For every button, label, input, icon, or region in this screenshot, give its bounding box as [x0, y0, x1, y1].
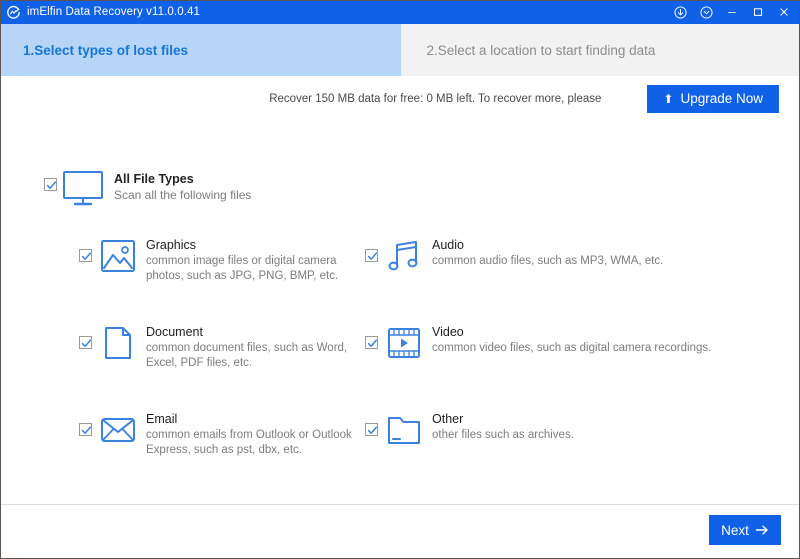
- file-type-audio[interactable]: Audio common audio files, such as MP3, W…: [353, 237, 773, 326]
- music-note-icon: [388, 241, 418, 271]
- title-bar: imElfin Data Recovery v11.0.0.41: [1, 1, 799, 23]
- close-icon: [780, 8, 788, 16]
- all-file-types-row[interactable]: All File Types Scan all the following fi…: [44, 170, 251, 210]
- tab-select-file-types[interactable]: 1.Select types of lost files: [1, 24, 401, 76]
- window-controls: [667, 1, 797, 23]
- free-quota-message: Recover 150 MB data for free: 0 MB left.…: [269, 92, 602, 105]
- other-description: other files such as archives.: [432, 429, 574, 441]
- tab-1-label: 1.Select types of lost files: [23, 42, 189, 58]
- download-button[interactable]: [667, 1, 693, 23]
- monitor-icon: [63, 171, 103, 206]
- window-title: imElfin Data Recovery v11.0.0.41: [27, 6, 201, 18]
- graphics-title: Graphics: [146, 238, 197, 252]
- file-type-grid: Graphics common image files or digital c…: [1, 237, 799, 500]
- chevron-down-button[interactable]: [693, 1, 719, 23]
- document-checkbox[interactable]: [79, 336, 92, 349]
- graphics-checkbox[interactable]: [79, 249, 92, 262]
- document-page-icon: [105, 327, 131, 359]
- file-type-other[interactable]: Other other files such as archives.: [353, 411, 773, 500]
- upgrade-now-button[interactable]: ⬆ Upgrade Now: [647, 84, 779, 113]
- checkmark-icon: [81, 252, 92, 260]
- email-title: Email: [146, 412, 178, 426]
- email-description: common emails from Outlook or Outlook Ex…: [146, 429, 352, 456]
- video-title: Video: [432, 325, 464, 339]
- checkmark-icon: [367, 252, 378, 260]
- all-file-types-title: All File Types: [114, 172, 194, 186]
- file-type-row: Email common emails from Outlook or Outl…: [1, 411, 799, 500]
- checkmark-icon: [46, 181, 57, 189]
- video-text: Video common video files, such as digita…: [432, 324, 711, 356]
- all-file-types-text: All File Types Scan all the following fi…: [114, 171, 251, 203]
- file-type-document[interactable]: Document common document files, such as …: [1, 324, 353, 413]
- other-title: Other: [432, 412, 464, 426]
- wizard-tab-strip: 1.Select types of lost files 2.Select a …: [1, 23, 799, 76]
- application-window: imElfin Data Recovery v11.0.0.41 1.Selec…: [0, 0, 800, 559]
- upgrade-now-label: Upgrade Now: [680, 91, 763, 106]
- file-type-row: Document common document files, such as …: [1, 324, 799, 413]
- next-button[interactable]: Next: [709, 515, 781, 545]
- app-logo-icon: [7, 5, 20, 19]
- graphics-text: Graphics common image files or digital c…: [146, 237, 353, 284]
- maximize-button[interactable]: [745, 1, 771, 23]
- minimize-button[interactable]: [719, 1, 745, 23]
- file-type-email[interactable]: Email common emails from Outlook or Outl…: [1, 411, 353, 500]
- document-title: Document: [146, 325, 203, 339]
- chevron-down-circle-icon: [699, 5, 713, 19]
- upgrade-banner: Recover 150 MB data for free: 0 MB left.…: [1, 76, 799, 121]
- checkmark-icon: [367, 426, 378, 434]
- file-type-graphics[interactable]: Graphics common image files or digital c…: [1, 237, 353, 326]
- close-button[interactable]: [771, 1, 797, 23]
- footer-bar: Next: [1, 504, 799, 558]
- audio-text: Audio common audio files, such as MP3, W…: [432, 237, 663, 269]
- document-description: common document files, such as Word, Exc…: [146, 342, 348, 369]
- checkmark-icon: [81, 339, 92, 347]
- folder-icon: [388, 417, 420, 444]
- graphics-description: common image files or digital camera pho…: [146, 255, 339, 282]
- minimize-icon: [728, 12, 736, 13]
- maximize-icon: [754, 8, 762, 16]
- document-text: Document common document files, such as …: [146, 324, 353, 371]
- audio-description: common audio files, such as MP3, WMA, et…: [432, 255, 664, 267]
- all-file-types-checkbox[interactable]: [44, 178, 57, 191]
- email-checkbox[interactable]: [79, 423, 92, 436]
- other-checkbox[interactable]: [365, 423, 378, 436]
- image-icon: [101, 240, 135, 272]
- file-type-video[interactable]: Video common video files, such as digita…: [353, 324, 773, 413]
- file-type-selection-panel: All File Types Scan all the following fi…: [1, 121, 799, 504]
- audio-checkbox[interactable]: [365, 249, 378, 262]
- envelope-icon: [101, 418, 135, 442]
- checkmark-icon: [81, 426, 92, 434]
- all-file-types-subtitle: Scan all the following files: [114, 188, 252, 202]
- email-text: Email common emails from Outlook or Outl…: [146, 411, 353, 458]
- tab-2-label: 2.Select a location to start finding dat…: [426, 42, 656, 58]
- audio-title: Audio: [432, 238, 464, 252]
- video-checkbox[interactable]: [365, 336, 378, 349]
- arrow-right-icon: [755, 525, 768, 535]
- next-button-label: Next: [721, 522, 749, 538]
- other-text: Other other files such as archives.: [432, 411, 574, 443]
- file-type-row: Graphics common image files or digital c…: [1, 237, 799, 326]
- checkmark-icon: [367, 339, 378, 347]
- download-circle-icon: [673, 5, 687, 19]
- film-play-icon: [388, 328, 420, 358]
- up-arrow-icon: ⬆: [663, 91, 674, 106]
- video-description: common video files, such as digital came…: [432, 342, 712, 354]
- tab-select-location[interactable]: 2.Select a location to start finding dat…: [400, 24, 799, 76]
